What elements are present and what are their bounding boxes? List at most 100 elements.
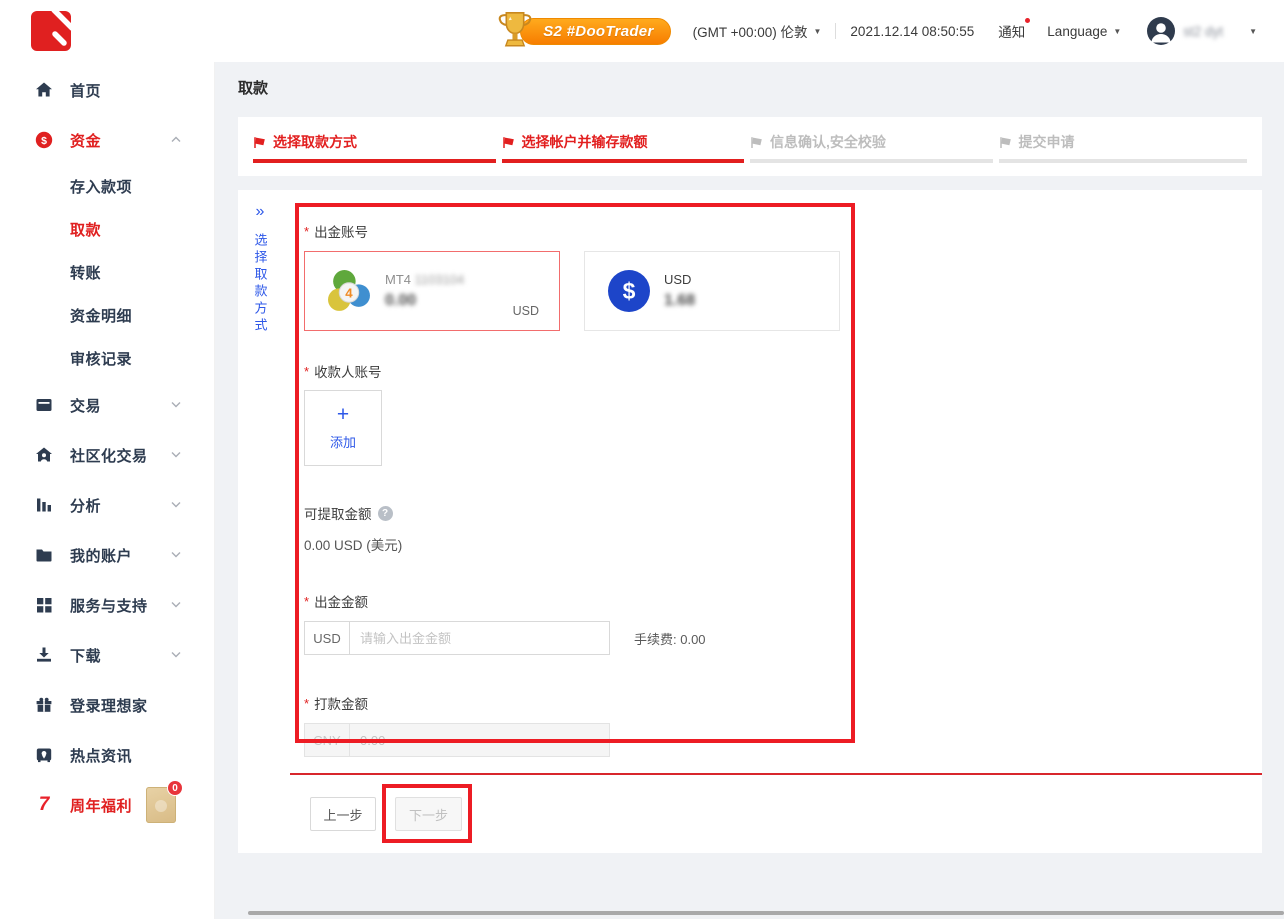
- sidebar-item-label: 社区化交易: [70, 445, 148, 466]
- main-content: 取款 选择取款方式 选择帐户并输存款额 信息确认,安全校: [215, 62, 1284, 919]
- user-menu-caret[interactable]: ▼: [1249, 27, 1257, 36]
- svg-text:$: $: [623, 278, 636, 304]
- sidebar-item-services-support[interactable]: 服务与支持: [0, 580, 214, 630]
- account-currency: USD: [513, 304, 539, 318]
- sidebar-item-label: 我的账户: [70, 545, 132, 566]
- sidebar-item-anniversary[interactable]: 7 周年福利 0: [0, 780, 214, 830]
- chevron-down-icon: ▼: [1113, 27, 1121, 36]
- sidebar-item-label: 资金明细: [70, 305, 132, 326]
- sidebar-item-label: 登录理想家: [70, 695, 148, 716]
- mt4-logo-icon: 4: [327, 269, 372, 314]
- username[interactable]: st2 dyt: [1183, 24, 1223, 39]
- withdraw-amount-input[interactable]: [350, 621, 610, 655]
- season-badge-pill: S2 #DooTrader: [520, 18, 670, 45]
- side-tab: » 选择取款方式: [238, 190, 282, 340]
- sidebar-item-download[interactable]: 下载: [0, 630, 214, 680]
- account-balance: 0.00: [385, 292, 464, 310]
- chevron-down-icon: [171, 601, 181, 608]
- notification-dot-icon: [1025, 18, 1030, 23]
- side-tab-label[interactable]: 选择取款方式: [251, 233, 270, 335]
- sidebar-item-trade[interactable]: 交易: [0, 380, 214, 430]
- sidebar: 首页 $ 资金 存入款项 取款 转账 资金明细 审核记录 交易 社区: [0, 62, 215, 919]
- step-progress-bar: [750, 159, 993, 163]
- withdraw-form: * 出金账号 4 MT4: [238, 190, 1262, 757]
- currency-prefix: USD: [304, 621, 350, 655]
- sidebar-item-label: 审核记录: [70, 348, 132, 369]
- notifications-link[interactable]: 通知: [998, 21, 1025, 41]
- sidebar-item-label: 下载: [70, 645, 101, 666]
- sidebar-item-label: 首页: [70, 80, 101, 101]
- sidebar-item-withdraw[interactable]: 取款: [0, 208, 214, 251]
- community-trade-icon: [35, 446, 53, 464]
- step-submit[interactable]: 提交申请: [999, 132, 1248, 176]
- top-header: S2 #DooTrader (GMT +00:00) 伦敦 ▼ 2021.12.…: [0, 0, 1284, 62]
- funds-dollar-icon: $: [35, 131, 53, 149]
- payout-amount-label: * 打款金额: [304, 694, 1262, 712]
- collapse-icon[interactable]: »: [256, 203, 265, 221]
- sidebar-item-transfer[interactable]: 转账: [0, 251, 214, 294]
- fee-text: 手续费: 0.00: [634, 629, 706, 648]
- horizontal-scrollbar[interactable]: [248, 911, 1284, 915]
- home-icon: [35, 81, 53, 99]
- withdrawable-amount-label: 可提取金额 ?: [304, 504, 1262, 522]
- account-number: 1103104: [415, 272, 465, 287]
- plus-icon: +: [337, 405, 349, 425]
- account-card-mt4[interactable]: 4 MT4 1103104 0.00 USD: [304, 251, 560, 331]
- account-type: MT4: [385, 272, 411, 287]
- help-icon[interactable]: ?: [378, 506, 393, 521]
- currency-prefix: CNY: [304, 723, 350, 757]
- account-card-usd-wallet[interactable]: $ USD 1.68: [584, 251, 840, 331]
- sidebar-item-analysis[interactable]: 分析: [0, 480, 214, 530]
- required-mark: *: [304, 364, 309, 379]
- red-packet-icon[interactable]: 0: [146, 787, 176, 823]
- app: S2 #DooTrader (GMT +00:00) 伦敦 ▼ 2021.12.…: [0, 0, 1284, 919]
- previous-step-button[interactable]: 上一步: [310, 797, 376, 831]
- account-cards: 4 MT4 1103104 0.00 USD: [304, 251, 1262, 331]
- sidebar-item-home[interactable]: 首页: [0, 65, 214, 115]
- svg-text:4: 4: [345, 285, 353, 300]
- season-badge[interactable]: S2 #DooTrader: [496, 9, 670, 53]
- next-step-button[interactable]: 下一步: [395, 797, 462, 831]
- language-selector[interactable]: Language ▼: [1047, 24, 1121, 39]
- step-choose-account-amount[interactable]: 选择帐户并输存款额: [502, 132, 751, 176]
- sidebar-item-label: 服务与支持: [70, 595, 148, 616]
- step-choose-method[interactable]: 选择取款方式: [253, 132, 502, 176]
- folder-icon: [35, 546, 53, 564]
- brand-logo[interactable]: [27, 7, 75, 55]
- step-label: 选择取款方式: [273, 132, 357, 152]
- chevron-up-icon: [171, 136, 181, 143]
- red-divider-line: [290, 773, 1262, 775]
- sidebar-item-community-trade[interactable]: 社区化交易: [0, 430, 214, 480]
- withdraw-amount-row: USD 手续费: 0.00: [304, 621, 1262, 655]
- sidebar-item-my-account[interactable]: 我的账户: [0, 530, 214, 580]
- step-confirm-verify[interactable]: 信息确认,安全校验: [750, 132, 999, 176]
- step-label: 提交申请: [1019, 132, 1075, 152]
- step-flag-icon: [253, 136, 266, 149]
- sidebar-item-hot-news[interactable]: 热点资讯: [0, 730, 214, 780]
- withdrawable-amount-value: 0.00 USD (美元): [304, 534, 1262, 554]
- chevron-down-icon: ▼: [814, 27, 822, 36]
- sidebar-item-deposit[interactable]: 存入款项: [0, 165, 214, 208]
- sidebar-item-ideal-home[interactable]: 登录理想家: [0, 680, 214, 730]
- usd-wallet-icon: $: [607, 269, 651, 313]
- timezone-selector[interactable]: (GMT +00:00) 伦敦 ▼: [693, 21, 822, 41]
- language-label: Language: [1047, 24, 1107, 39]
- payee-account-label: * 收款人账号: [304, 362, 1262, 380]
- notifications-label: 通知: [998, 21, 1025, 41]
- withdraw-amount-label: * 出金金额: [304, 592, 1262, 610]
- form-buttons: 上一步 下一步: [310, 797, 462, 831]
- required-mark: *: [304, 594, 309, 609]
- add-payee-button[interactable]: + 添加: [304, 390, 382, 466]
- step-progress-bar: [253, 159, 496, 163]
- sidebar-item-fund-details[interactable]: 资金明细: [0, 294, 214, 337]
- step-progress-bar: [502, 159, 745, 163]
- sidebar-item-label: 分析: [70, 495, 101, 516]
- sidebar-item-label: 存入款项: [70, 176, 132, 197]
- avatar[interactable]: [1147, 17, 1175, 45]
- steps-bar: 选择取款方式 选择帐户并输存款额 信息确认,安全校验: [238, 117, 1262, 176]
- payout-amount-row: CNY: [304, 723, 1262, 757]
- withdraw-form-panel: » 选择取款方式 * 出金账号 4: [238, 190, 1262, 853]
- sidebar-item-audit-records[interactable]: 审核记录: [0, 337, 214, 380]
- timezone-label: (GMT +00:00) 伦敦: [693, 21, 808, 41]
- sidebar-item-funds[interactable]: $ 资金: [0, 115, 214, 165]
